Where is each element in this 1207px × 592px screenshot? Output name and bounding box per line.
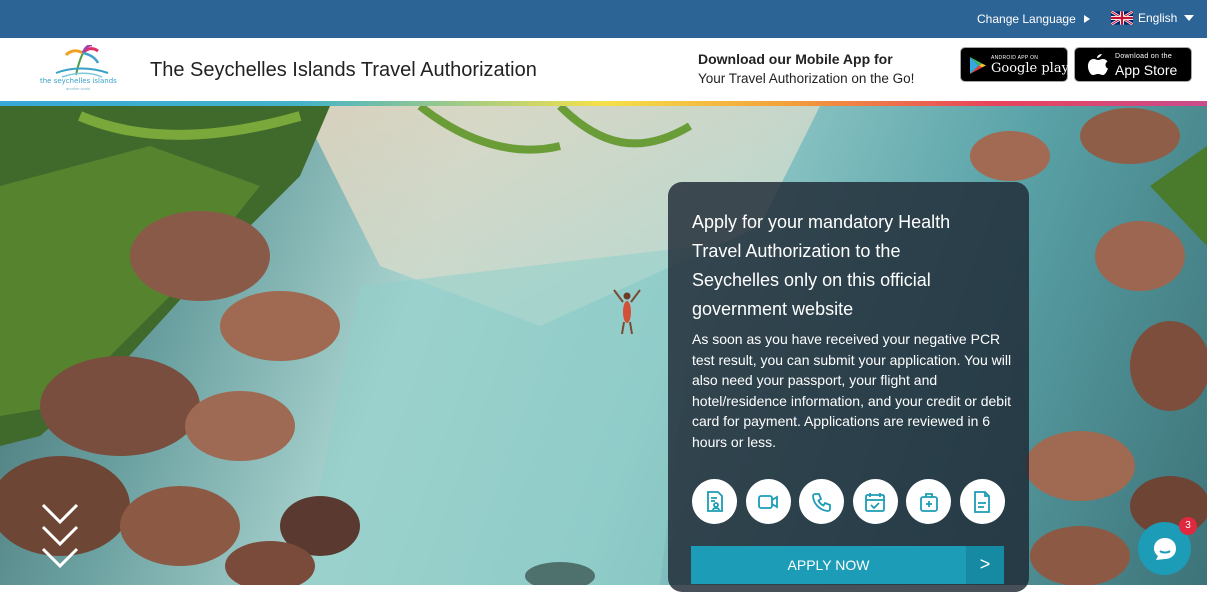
card-description: As soon as you have received your negati… <box>692 331 1012 450</box>
phone-icon <box>799 479 844 524</box>
site-header: the seychelles islands another world The… <box>0 38 1207 102</box>
app-promo-title: Download our Mobile App for <box>698 51 893 67</box>
chat-bubble-icon <box>1153 537 1176 560</box>
scroll-down-icon[interactable] <box>40 502 80 572</box>
change-language-label: Change Language <box>977 12 1076 26</box>
palm-logo-icon <box>55 45 109 78</box>
chevron-right-icon: > <box>966 546 1004 584</box>
document-icon <box>959 479 1005 524</box>
app-store-small-label: Download on the <box>1115 53 1173 60</box>
logo-subtext: another world <box>66 86 91 91</box>
app-store-button[interactable]: Download on the App Store <box>1074 47 1192 82</box>
card-title: Apply for your mandatory Health Travel A… <box>692 212 951 319</box>
video-camera-icon <box>745 479 791 524</box>
language-label: English <box>1138 11 1178 25</box>
uk-flag-icon <box>1111 11 1133 25</box>
app-store-label: App Store <box>1115 62 1178 78</box>
app-promo-subtitle: Your Travel Authorization on the Go! <box>698 71 915 86</box>
chevron-down-icon <box>1184 15 1195 21</box>
seychelles-logo[interactable]: the seychelles islands another world <box>36 45 126 97</box>
apply-now-label: APPLY NOW <box>787 557 870 573</box>
google-play-button[interactable]: ANDROID APP ON Google play <box>960 47 1069 82</box>
google-play-label: Google play <box>991 61 1069 76</box>
apply-now-button[interactable]: APPLY NOW > <box>691 546 1004 584</box>
arrow-right-icon <box>1083 15 1090 23</box>
requirements-icons <box>692 479 1005 524</box>
chat-notification-badge: 3 <box>1179 517 1197 535</box>
calendar-check-icon <box>852 479 898 524</box>
language-selector[interactable]: English <box>1111 11 1195 25</box>
medical-kit-icon <box>906 479 951 524</box>
change-language-link[interactable]: Change Language <box>977 12 1090 26</box>
site-title: The Seychelles Islands Travel Authorizat… <box>150 59 537 81</box>
google-play-icon <box>970 57 986 74</box>
logo-text: the seychelles islands <box>40 77 117 85</box>
apple-icon <box>1087 54 1108 75</box>
top-bar: Change Language English <box>0 0 1207 38</box>
document-person-icon <box>692 479 737 524</box>
